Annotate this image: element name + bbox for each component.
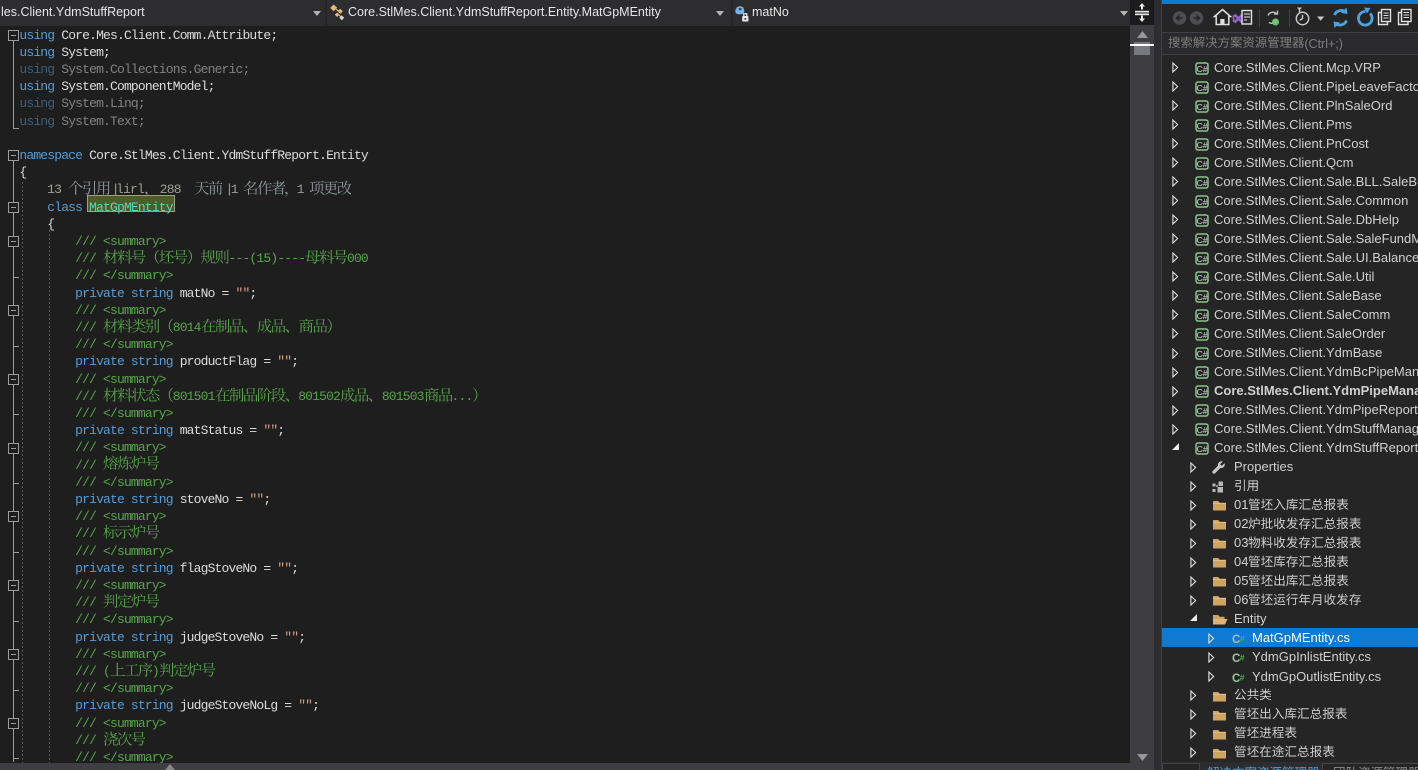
- svg-text:C#: C#: [1197, 254, 1208, 264]
- svg-text:C#: C#: [1197, 387, 1208, 397]
- svg-text:C#: C#: [1197, 311, 1208, 321]
- svg-text:C#: C#: [1197, 216, 1208, 226]
- svg-text:C#: C#: [1197, 178, 1208, 188]
- svg-text:C#: C#: [1197, 197, 1208, 207]
- svg-text:C#: C#: [1197, 273, 1208, 283]
- svg-text:C#: C#: [1197, 101, 1208, 111]
- svg-text:C#: C#: [1197, 406, 1208, 416]
- svg-text:C#: C#: [1197, 368, 1208, 378]
- svg-text:C#: C#: [1197, 349, 1208, 359]
- svg-text:C#: C#: [1197, 235, 1208, 245]
- svg-text:#: #: [1240, 653, 1245, 663]
- svg-text:#: #: [1240, 634, 1245, 644]
- svg-text:C#: C#: [1197, 82, 1208, 92]
- svg-text:C#: C#: [1197, 159, 1208, 169]
- svg-text:C#: C#: [1197, 139, 1208, 149]
- svg-text:C#: C#: [1197, 330, 1208, 340]
- svg-text:C#: C#: [1197, 120, 1208, 130]
- svg-text:C#: C#: [1197, 425, 1208, 435]
- svg-text:C#: C#: [1197, 292, 1208, 302]
- svg-text:C#: C#: [1197, 444, 1208, 454]
- svg-text:#: #: [1240, 672, 1245, 682]
- svg-text:C#: C#: [1197, 63, 1208, 73]
